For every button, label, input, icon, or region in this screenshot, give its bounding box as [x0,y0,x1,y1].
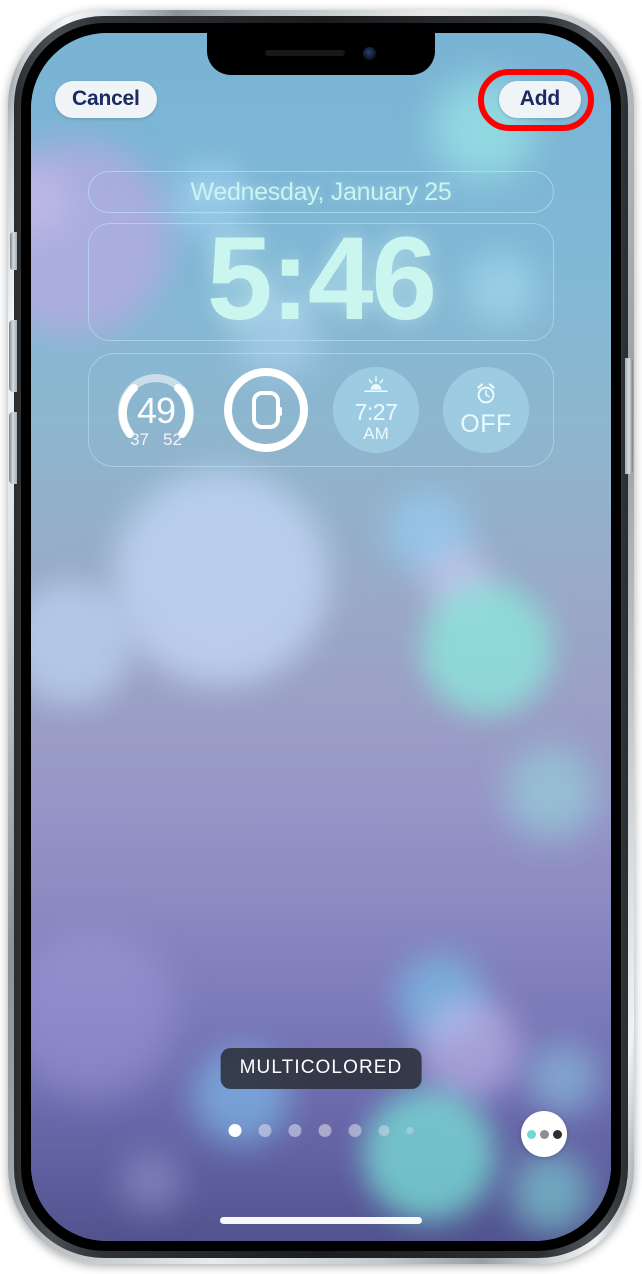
wallpaper-style-label: MULTICOLORED [220,1048,422,1089]
sunrise-time: 7:27 [354,399,398,426]
bokeh-circle [363,1089,495,1221]
cancel-button[interactable]: Cancel [55,81,157,118]
temperature-high: 52 [163,430,182,449]
home-indicator[interactable] [220,1217,422,1224]
sunrise-meridiem: AM [363,424,389,444]
phone-frame: Cancel Add Wednesday, January 25 5:46 49 [8,10,634,1264]
page-dots[interactable] [228,1124,414,1137]
page-dot[interactable] [378,1125,390,1136]
page-dot[interactable] [258,1124,272,1137]
temperature-gauge-widget[interactable]: 49 37 52 [110,364,202,456]
sunrise-widget[interactable]: 7:27 AM [330,364,422,456]
temperature-range: 37 52 [110,430,202,450]
bokeh-circle [113,470,329,686]
color-picker-button[interactable] [521,1111,567,1157]
bokeh-circle [505,747,597,839]
sunrise-widget-circle: 7:27 AM [333,367,419,453]
phone-screen: Cancel Add Wednesday, January 25 5:46 49 [31,33,611,1241]
temperature-low: 37 [130,430,149,449]
bokeh-circle [511,1153,591,1233]
mute-switch[interactable] [10,232,17,270]
clock-time: 5:46 [206,213,437,345]
earpiece-speaker-icon [265,50,345,56]
alarm-clock-icon [473,381,499,409]
apple-watch-icon [252,391,282,429]
bokeh-circle [121,1153,181,1213]
clock-field[interactable]: 5:46 [88,213,554,345]
sunrise-icon [363,376,389,398]
watch-battery-widget[interactable] [220,364,312,456]
color-swatch-dot [539,1129,549,1139]
page-dot[interactable] [318,1124,332,1137]
bokeh-circle [31,929,175,1097]
color-swatch-dot [526,1129,536,1139]
watch-crown-icon [277,407,282,416]
date-text: Wednesday, January 25 [190,177,452,206]
alarm-widget[interactable]: OFF [440,364,532,456]
alarm-state: OFF [460,410,512,439]
alarm-widget-circle: OFF [443,367,529,453]
page-dot[interactable] [228,1124,242,1137]
add-button[interactable]: Add [498,81,581,118]
bokeh-circle [421,583,553,715]
front-camera-icon [363,47,376,60]
date-field[interactable]: Wednesday, January 25 [88,171,554,213]
page-dot[interactable] [406,1127,414,1134]
volume-down-button[interactable] [9,412,17,484]
power-button[interactable] [625,358,633,474]
volume-up-button[interactable] [9,320,17,392]
page-dot[interactable] [348,1124,362,1137]
page-dot[interactable] [288,1124,302,1137]
bokeh-circle [527,1043,599,1115]
topbar: Cancel Add [31,69,611,131]
color-swatch-dot [552,1129,562,1139]
bokeh-circle [417,997,521,1101]
notch [207,33,435,75]
temperature-value: 49 [136,390,176,431]
widget-field[interactable]: 49 37 52 7:27 AM OFF [88,353,554,467]
